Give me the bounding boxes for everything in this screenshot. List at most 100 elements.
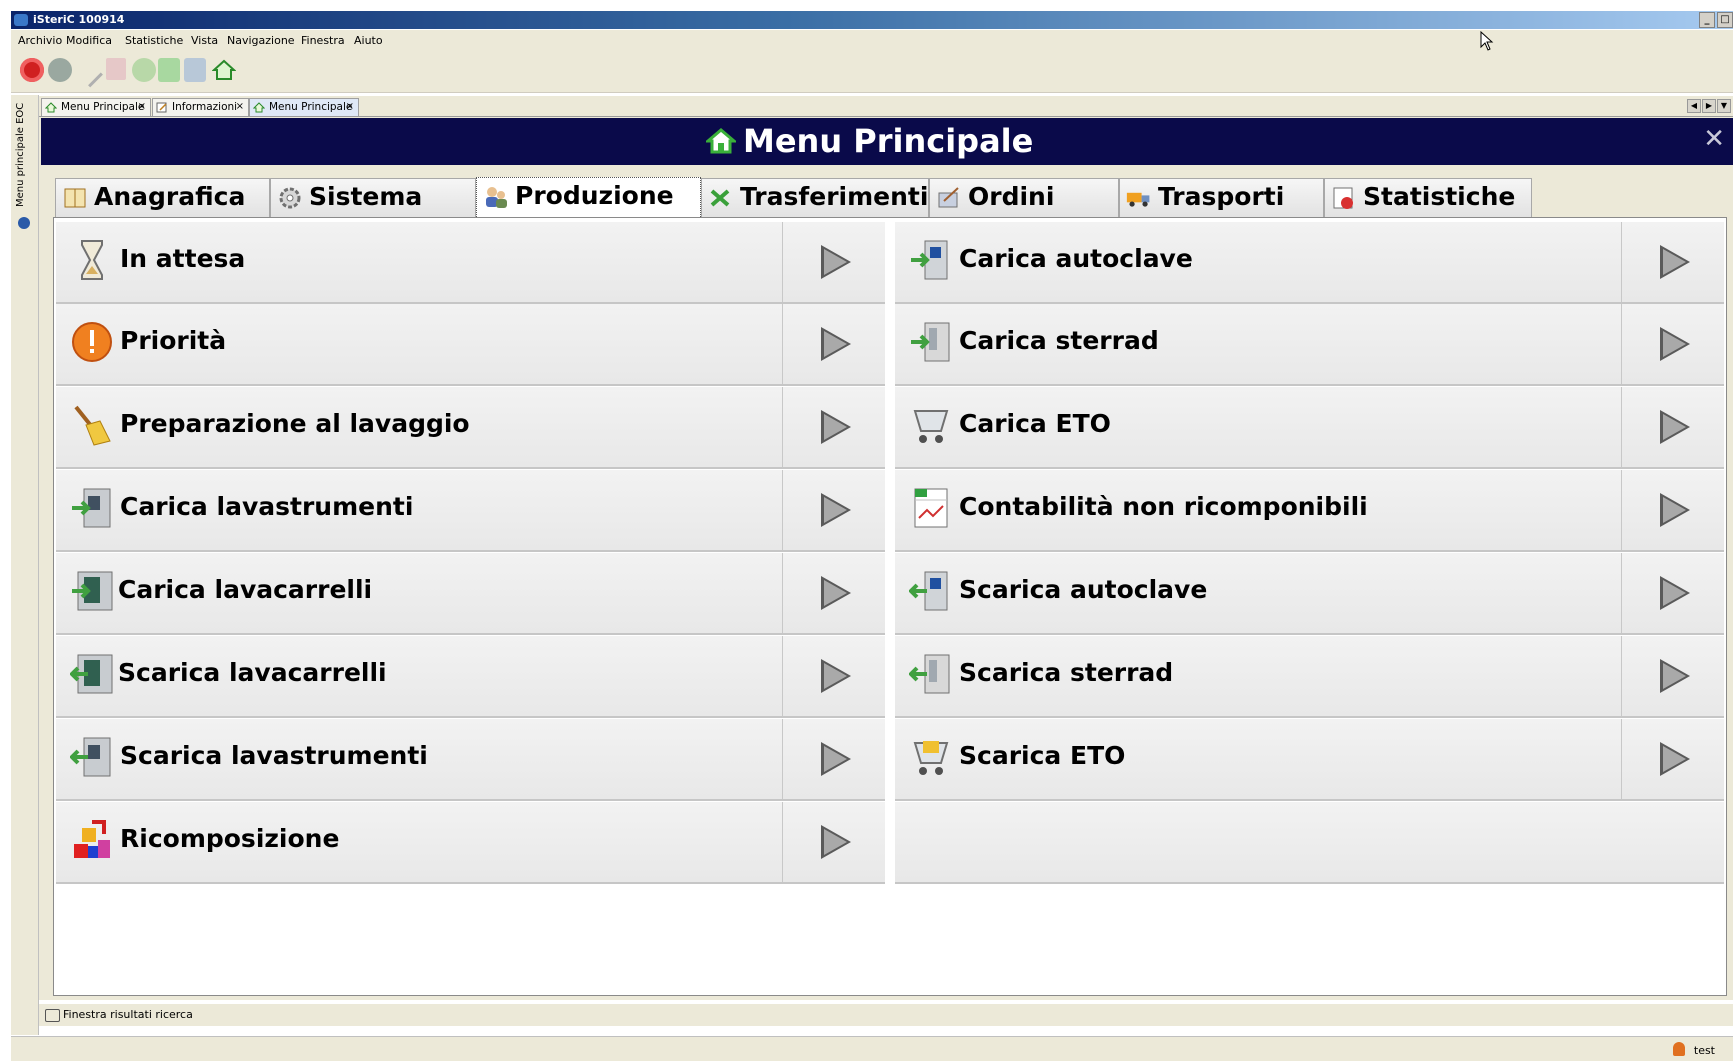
menu-item-scarica-lavacarrelli[interactable]: Scarica lavacarrelli bbox=[56, 636, 885, 718]
tab-statistiche[interactable]: Statistiche bbox=[1324, 178, 1532, 217]
menu-item-carica-lavacarrelli[interactable]: Carica lavacarrelli bbox=[56, 553, 885, 635]
menu-modifica[interactable]: Modifica bbox=[66, 34, 112, 47]
side-panel-label[interactable]: Menu principale EOC bbox=[15, 103, 26, 213]
washer-load-icon bbox=[72, 488, 111, 528]
menu-statistiche[interactable]: Statistiche bbox=[125, 34, 183, 47]
autoclave-load-icon bbox=[911, 240, 948, 280]
gear-icon bbox=[279, 187, 301, 209]
menu-item-carica-sterrad[interactable]: Carica sterrad bbox=[895, 304, 1724, 386]
menu-vista[interactable]: Vista bbox=[191, 34, 218, 47]
arrow-right-icon[interactable] bbox=[821, 410, 851, 444]
arrow-right-icon[interactable] bbox=[821, 742, 851, 776]
doc-tab-menu-principale[interactable]: Menu Principale × bbox=[41, 98, 151, 116]
menu-item-scarica-autoclave[interactable]: Scarica autoclave bbox=[895, 553, 1724, 635]
arrow-right-icon[interactable] bbox=[1660, 742, 1690, 776]
arrow-right-icon[interactable] bbox=[821, 825, 851, 859]
users-icon bbox=[486, 187, 507, 208]
close-tab-icon[interactable]: × bbox=[236, 99, 244, 115]
page-header: Menu Principale ✕ bbox=[41, 118, 1733, 165]
add-icon[interactable] bbox=[158, 58, 180, 82]
tab-trasferimenti[interactable]: Trasferimenti bbox=[701, 178, 929, 217]
tab-scroll-right-icon[interactable]: ▶ bbox=[1702, 99, 1716, 113]
side-panel-strip[interactable]: Menu principale EOC bbox=[11, 95, 39, 1035]
tab-list-icon[interactable]: ▼ bbox=[1717, 99, 1731, 113]
transfer-icon bbox=[710, 189, 730, 207]
delete-icon[interactable] bbox=[106, 58, 126, 80]
menu-item-in-attesa[interactable]: In attesa bbox=[56, 222, 885, 304]
doc-tab-menu-principale-active[interactable]: Menu Principale × bbox=[249, 98, 359, 116]
note-icon bbox=[156, 102, 167, 113]
menu-item-priorita[interactable]: Priorità bbox=[56, 304, 885, 386]
eto-unload-icon bbox=[913, 741, 949, 775]
menu-navigazione[interactable]: Navigazione bbox=[227, 34, 295, 47]
eto-load-icon bbox=[913, 410, 949, 443]
toolbar bbox=[11, 50, 1733, 93]
tab-produzione[interactable]: Produzione bbox=[476, 177, 701, 219]
arrow-right-icon[interactable] bbox=[1660, 576, 1690, 610]
tab-trasporti[interactable]: Trasporti bbox=[1119, 178, 1324, 217]
truck-icon bbox=[1126, 192, 1150, 207]
book-icon bbox=[64, 188, 86, 208]
arrow-right-icon[interactable] bbox=[1660, 410, 1690, 444]
user-icon bbox=[1673, 1042, 1685, 1056]
document-tabs: Menu Principale × Informazioni × Menu Pr… bbox=[39, 96, 1733, 117]
tab-anagrafica[interactable]: Anagrafica bbox=[55, 178, 270, 217]
home-icon bbox=[253, 102, 265, 113]
arrow-right-icon[interactable] bbox=[821, 659, 851, 693]
app-icon bbox=[14, 14, 28, 26]
menu-item-scarica-eto[interactable]: Scarica ETO bbox=[895, 719, 1724, 801]
eoc-icon bbox=[18, 217, 30, 229]
arrow-right-icon[interactable] bbox=[821, 576, 851, 610]
status-bar: test bbox=[11, 1036, 1733, 1061]
sterrad-load-icon bbox=[911, 322, 950, 362]
spreadsheet-icon bbox=[914, 488, 948, 528]
tab-sistema[interactable]: Sistema bbox=[270, 178, 476, 217]
stop-icon[interactable] bbox=[20, 58, 44, 82]
arrow-right-icon[interactable] bbox=[821, 327, 851, 361]
search-results-label[interactable]: Finestra risultati ricerca bbox=[63, 1008, 193, 1021]
cart-washer-load-icon bbox=[72, 571, 113, 611]
menu-item-scarica-lavastrumenti[interactable]: Scarica lavastrumenti bbox=[56, 719, 885, 801]
warning-icon bbox=[72, 322, 112, 362]
doc-tab-informazioni[interactable]: Informazioni × bbox=[152, 98, 249, 116]
results-window-icon bbox=[45, 1009, 60, 1022]
menu-aiuto[interactable]: Aiuto bbox=[354, 34, 383, 47]
blocks-icon bbox=[74, 820, 110, 858]
maximize-button[interactable]: □ bbox=[1717, 12, 1733, 28]
close-icon[interactable]: ✕ bbox=[1703, 124, 1725, 154]
tab-scroll-left-icon[interactable]: ◀ bbox=[1687, 99, 1701, 113]
minimize-button[interactable]: _ bbox=[1699, 12, 1715, 28]
edit-icon[interactable] bbox=[71, 55, 103, 88]
search-results-bar[interactable]: Finestra risultati ricerca bbox=[39, 1004, 1733, 1026]
menu-item-contabilita-non-ricomponibili[interactable]: Contabilità non ricomponibili bbox=[895, 470, 1724, 552]
menu-finestra[interactable]: Finestra bbox=[301, 34, 345, 47]
record-icon[interactable] bbox=[48, 58, 72, 82]
arrow-right-icon[interactable] bbox=[1660, 659, 1690, 693]
broom-icon bbox=[74, 405, 111, 446]
menu-item-carica-autoclave[interactable]: Carica autoclave bbox=[895, 222, 1724, 304]
window-title: iSteriC 100914 bbox=[33, 13, 125, 26]
menu-item-carica-eto[interactable]: Carica ETO bbox=[895, 387, 1724, 469]
arrow-right-icon[interactable] bbox=[821, 245, 851, 279]
menu-item-ricomposizione[interactable]: Ricomposizione bbox=[56, 802, 885, 884]
close-tab-icon[interactable]: × bbox=[346, 99, 354, 115]
home-icon[interactable] bbox=[211, 58, 237, 82]
menu-item-preparazione-al-lavaggio[interactable]: Preparazione al lavaggio bbox=[56, 387, 885, 469]
chart-icon bbox=[1333, 187, 1353, 209]
menu-archivio[interactable]: Archivio bbox=[18, 34, 62, 47]
tab-ordini[interactable]: Ordini bbox=[929, 178, 1119, 217]
hourglass-icon bbox=[81, 240, 103, 280]
page-title: Menu Principale bbox=[743, 122, 1034, 160]
arrow-right-icon[interactable] bbox=[1660, 327, 1690, 361]
arrow-right-icon[interactable] bbox=[821, 493, 851, 527]
arrow-right-icon[interactable] bbox=[1660, 245, 1690, 279]
user-name: test bbox=[1693, 1044, 1715, 1057]
menu-item-scarica-sterrad[interactable]: Scarica sterrad bbox=[895, 636, 1724, 718]
refresh-icon[interactable] bbox=[132, 58, 156, 82]
order-icon bbox=[938, 187, 959, 208]
menu-item-carica-lavastrumenti[interactable]: Carica lavastrumenti bbox=[56, 470, 885, 552]
save-icon[interactable] bbox=[184, 58, 206, 82]
close-tab-icon[interactable]: × bbox=[138, 99, 146, 115]
mouse-cursor-icon bbox=[1480, 31, 1494, 51]
arrow-right-icon[interactable] bbox=[1660, 493, 1690, 527]
